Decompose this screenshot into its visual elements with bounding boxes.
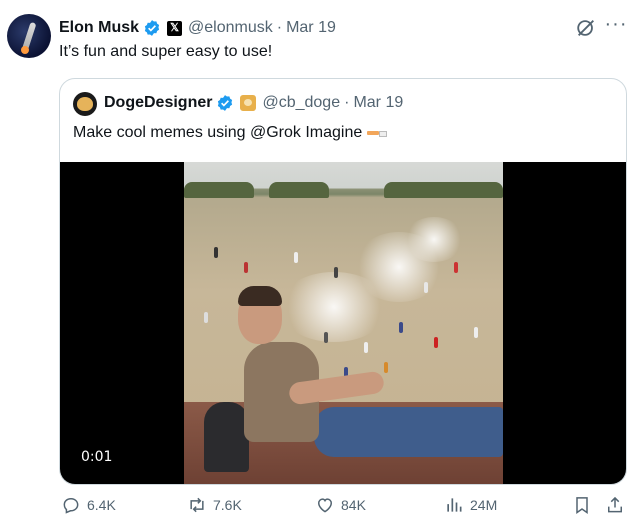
like-icon [317, 498, 333, 513]
smoke-plume [404, 217, 464, 262]
man-shadow [204, 402, 249, 472]
doge-badge-icon [240, 95, 257, 111]
x-badge-icon: 𝕏 [167, 20, 183, 36]
more-icon[interactable]: ··· [604, 14, 628, 40]
tree-line [384, 182, 503, 198]
repost-button[interactable]: 7.6K [187, 490, 242, 520]
quoted-header: DogeDesigner @cb_doge · Mar 19 [104, 94, 403, 112]
author-name[interactable]: Elon Musk [59, 19, 139, 37]
author-avatar[interactable] [7, 14, 51, 58]
views-button[interactable]: 24M [444, 490, 497, 520]
crowd-person [474, 327, 478, 338]
repost-icon [190, 497, 204, 513]
like-count: 84K [341, 497, 366, 513]
man-legs [314, 407, 503, 457]
tree-line [184, 182, 254, 198]
video-timestamp: 0:01 [81, 449, 113, 465]
action-bar: 6.4K 7.6K 84K 24M [0, 490, 641, 520]
crowd-person [214, 247, 218, 258]
crowd-person [334, 267, 338, 278]
verified-icon [218, 95, 233, 111]
grok-icon[interactable] [575, 17, 597, 39]
tweet-card[interactable]: Elon Musk 𝕏 @elonmusk · Mar 19 ··· It’s … [0, 0, 641, 525]
bookmark-icon [576, 497, 588, 514]
tweet-date[interactable]: Mar 19 [286, 19, 336, 37]
cigarette-emoji-icon [366, 127, 389, 139]
views-icon [447, 498, 462, 512]
header-separator: · [276, 19, 283, 36]
crowd-person [294, 252, 298, 263]
quoted-separator: · [344, 94, 350, 111]
reply-icon [63, 498, 79, 514]
view-count: 24M [470, 497, 498, 513]
verified-icon [144, 20, 160, 36]
video-frame [184, 162, 503, 484]
man-hair [238, 286, 282, 306]
crowd-person [384, 362, 388, 373]
author-handle[interactable]: @elonmusk [188, 19, 273, 37]
bookmark-button[interactable] [572, 490, 592, 520]
tweet-header: Elon Musk 𝕏 @elonmusk · Mar 19 [59, 17, 336, 39]
share-icon [608, 496, 622, 513]
quoted-author-handle[interactable]: @cb_doge [262, 94, 340, 112]
crowd-person [424, 282, 428, 293]
quoted-text: Make cool memes using @Grok Imagine [73, 124, 389, 142]
crowd-person [399, 322, 403, 333]
reply-count: 6.4K [87, 497, 116, 513]
crowd-person [434, 337, 438, 348]
tweet-text: It’s fun and super easy to use! [59, 43, 273, 60]
doge-face [77, 97, 93, 111]
like-button[interactable]: 84K [315, 490, 366, 520]
avatar-flame [21, 46, 29, 54]
quoted-tweet[interactable]: DogeDesigner @cb_doge · Mar 19 Make cool… [59, 78, 627, 485]
video-player[interactable]: 0:01 [60, 162, 626, 484]
share-button[interactable] [605, 490, 625, 520]
crowd-person [454, 262, 458, 273]
quoted-avatar[interactable] [73, 92, 97, 116]
quoted-date[interactable]: Mar 19 [353, 94, 403, 112]
crowd-person [244, 262, 248, 273]
quoted-author-name[interactable]: DogeDesigner [104, 94, 212, 112]
repost-count: 7.6K [213, 497, 242, 513]
quoted-text-content: Make cool memes using @Grok Imagine [73, 124, 363, 141]
crowd-person [364, 342, 368, 353]
crowd-person [204, 312, 208, 323]
reply-button[interactable]: 6.4K [61, 490, 116, 520]
tree-line [269, 182, 329, 198]
crowd-person [324, 332, 328, 343]
